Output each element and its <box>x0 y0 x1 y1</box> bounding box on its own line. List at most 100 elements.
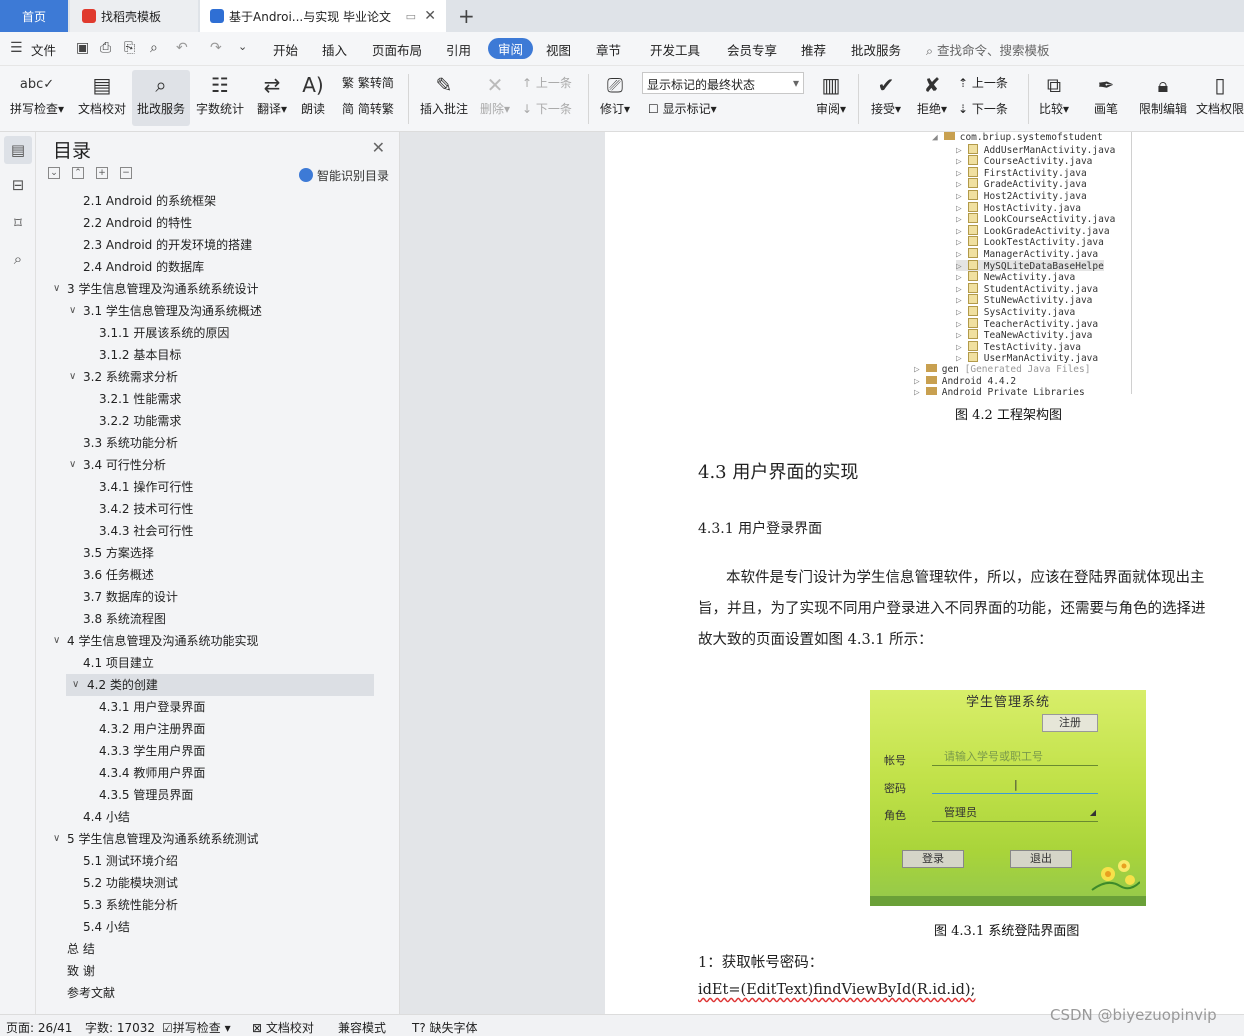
trad-to-simp-button[interactable]: 繁 繁转简 <box>342 74 394 91</box>
menu-recommend[interactable]: 推荐 <box>801 40 826 59</box>
toc-item[interactable]: 4.3.3 学生用户界面 <box>99 740 376 762</box>
toc-item[interactable]: 3.8 系统流程图 <box>83 608 376 630</box>
toc-item[interactable]: 2.1 Android 的系统框架 <box>83 190 376 212</box>
insert-comment-button[interactable]: ✎ 插入批注 <box>418 70 470 126</box>
menu-insert[interactable]: 插入 <box>322 40 347 59</box>
add-heading-icon[interactable]: + <box>96 167 108 179</box>
review-pane-button[interactable]: ▥ 审阅▾ <box>812 70 850 126</box>
menu-view[interactable]: 视图 <box>546 40 571 59</box>
menu-file[interactable]: 文件 <box>31 40 56 59</box>
doc-check-button[interactable]: ▤ 文档校对 <box>74 70 130 126</box>
chevron-down-icon[interactable]: ∨ <box>69 366 76 388</box>
chevron-down-icon[interactable]: ∨ <box>53 630 60 652</box>
toc-item[interactable]: 2.2 Android 的特性 <box>83 212 376 234</box>
chevron-down-icon[interactable]: ⌄ <box>238 40 247 53</box>
collapse-all-icon[interactable]: ⌄ <box>48 167 60 179</box>
toc-item[interactable]: 4.3.2 用户注册界面 <box>99 718 376 740</box>
page-indicator[interactable]: 页面: 26/41 <box>6 1019 72 1036</box>
toc-item[interactable]: 5.4 小结 <box>83 916 376 938</box>
save-icon[interactable]: ▣ <box>76 40 89 56</box>
read-aloud-button[interactable]: A) 朗读 <box>296 70 330 126</box>
simp-to-trad-button[interactable]: 简 简转繁 <box>342 100 394 117</box>
next-change-button[interactable]: ⇣ 下一条 <box>958 100 1008 117</box>
expand-up-icon[interactable]: ⌃ <box>72 167 84 179</box>
export-icon[interactable]: ⎙ <box>100 40 111 56</box>
toc-item[interactable]: 3.2.1 性能需求 <box>99 388 376 410</box>
toc-item[interactable]: 3.4.2 技术可行性 <box>99 498 376 520</box>
reject-button[interactable]: ✘ 拒绝▾ <box>912 70 952 126</box>
bookmark-icon[interactable]: ⌑ <box>9 214 27 232</box>
document-page[interactable]: ◢ com.briup.systemofstudent ▷ AddUserManAct… <box>605 132 1244 1014</box>
close-tab-icon[interactable]: ✕ <box>424 8 436 24</box>
word-count-button[interactable]: ☷ 字数统计 <box>192 70 248 126</box>
track-changes-button[interactable]: ⎚ 修订▾ <box>596 70 634 126</box>
toc-item[interactable]: 3.7 数据库的设计 <box>83 586 376 608</box>
chevron-down-icon[interactable]: ∨ <box>53 828 60 850</box>
prev-change-button[interactable]: ⇡ 上一条 <box>958 74 1008 91</box>
menu-developer[interactable]: 开发工具 <box>650 40 700 59</box>
pen-button[interactable]: ✒ 画笔 <box>1088 70 1124 126</box>
toc-item[interactable]: 3.6 任务概述 <box>83 564 376 586</box>
toc-item[interactable]: 4.3.4 教师用户界面 <box>99 762 376 784</box>
menu-section[interactable]: 章节 <box>596 40 621 59</box>
toc-item[interactable]: ∨ 5 学生信息管理及沟通系统系统测试 <box>53 828 376 850</box>
undo-icon[interactable]: ↶ <box>176 40 188 56</box>
redo-icon[interactable]: ↷ <box>210 40 222 56</box>
menu-member[interactable]: 会员专享 <box>727 40 777 59</box>
close-icon[interactable]: ✕ <box>372 138 385 157</box>
toc-item[interactable]: 2.4 Android 的数据库 <box>83 256 376 278</box>
word-count[interactable]: 字数: 17032 <box>85 1019 155 1036</box>
toc-item[interactable]: 3.3 系统功能分析 <box>83 432 376 454</box>
prev-comment-button[interactable]: ↑ 上一条 <box>522 74 572 91</box>
toc-item[interactable]: 3.1.2 基本目标 <box>99 344 376 366</box>
menu-review-service[interactable]: 批改服务 <box>851 40 901 59</box>
chevron-down-icon[interactable]: ∨ <box>72 674 79 696</box>
search-icon[interactable]: ⌕ <box>9 250 27 268</box>
toc-item[interactable]: ∨ 3 学生信息管理及沟通系统系统设计 <box>53 278 376 300</box>
compat-mode[interactable]: 兼容模式 <box>338 1019 386 1036</box>
toc-item[interactable]: ∨ 3.4 可行性分析 <box>69 454 376 476</box>
toc-item[interactable]: 4.4 小结 <box>83 806 376 828</box>
doc-permission-button[interactable]: ▯ 文档权限 <box>1196 70 1244 126</box>
chevron-down-icon[interactable]: ∨ <box>69 454 76 476</box>
toc-item[interactable]: ∨ 4.2 类的创建 <box>66 674 374 696</box>
menu-layout[interactable]: 页面布局 <box>372 40 422 59</box>
translate-button[interactable]: ⇄ 翻译▾ <box>252 70 292 126</box>
menu-review[interactable]: 审阅 <box>488 38 534 59</box>
smart-toc-button[interactable]: 智能识别目录 <box>298 167 389 184</box>
chevron-down-icon[interactable]: ∨ <box>69 300 76 322</box>
toc-item[interactable]: 总 结 <box>67 938 376 960</box>
chevron-down-icon[interactable]: ∨ <box>53 278 60 300</box>
toc-item[interactable]: 致 谢 <box>67 960 376 982</box>
toc-item[interactable]: ∨ 3.2 系统需求分析 <box>69 366 376 388</box>
toc-item[interactable]: 3.5 方案选择 <box>83 542 376 564</box>
remove-heading-icon[interactable]: − <box>120 167 132 179</box>
toc-item[interactable]: 3.4.3 社会可行性 <box>99 520 376 542</box>
menu-home[interactable]: 开始 <box>273 40 298 59</box>
toc-item[interactable]: 4.3.1 用户登录界面 <box>99 696 376 718</box>
toc-item[interactable]: 5.2 功能模块测试 <box>83 872 376 894</box>
accept-button[interactable]: ✔ 接受▾ <box>866 70 906 126</box>
tab-document[interactable]: 基于Androi...与实现 毕业论文 ▭ ✕ <box>200 0 446 32</box>
window-icon[interactable]: ▭ <box>406 10 416 23</box>
toc-item[interactable]: 5.3 系统性能分析 <box>83 894 376 916</box>
tab-home[interactable]: 首页 <box>0 0 68 32</box>
toc-item[interactable]: ∨ 4 学生信息管理及沟通系统功能实现 <box>53 630 376 652</box>
restrict-edit-button[interactable]: 🔒︎ 限制编辑 <box>1136 70 1190 126</box>
new-tab-icon[interactable]: + <box>458 4 475 28</box>
markup-state-dropdown[interactable]: 显示标记的最终状态 <box>642 72 804 94</box>
tab-docer-templates[interactable]: 找稻壳模板 <box>70 0 198 32</box>
navigation-icon[interactable]: ⊟ <box>9 176 27 194</box>
show-markup-button[interactable]: ☐ 显示标记▾ <box>648 100 717 117</box>
status-doc-check[interactable]: ⊠ 文档校对 <box>252 1019 314 1036</box>
toc-item[interactable]: 2.3 Android 的开发环境的搭建 <box>83 234 376 256</box>
toc-panel-icon[interactable]: ▤ <box>4 136 32 164</box>
preview-icon[interactable]: ⌕ <box>150 40 158 56</box>
missing-font[interactable]: T? 缺失字体 <box>412 1019 478 1036</box>
compare-button[interactable]: ⧉ 比较▾ <box>1034 70 1074 126</box>
toc-item[interactable]: 参考文献 <box>67 982 376 1004</box>
delete-comment-button[interactable]: ✕ 删除▾ <box>474 70 516 126</box>
toc-item[interactable]: 3.2.2 功能需求 <box>99 410 376 432</box>
toc-item[interactable]: 3.4.1 操作可行性 <box>99 476 376 498</box>
status-spell-check[interactable]: ☑拼写检查 ▾ <box>162 1019 231 1036</box>
